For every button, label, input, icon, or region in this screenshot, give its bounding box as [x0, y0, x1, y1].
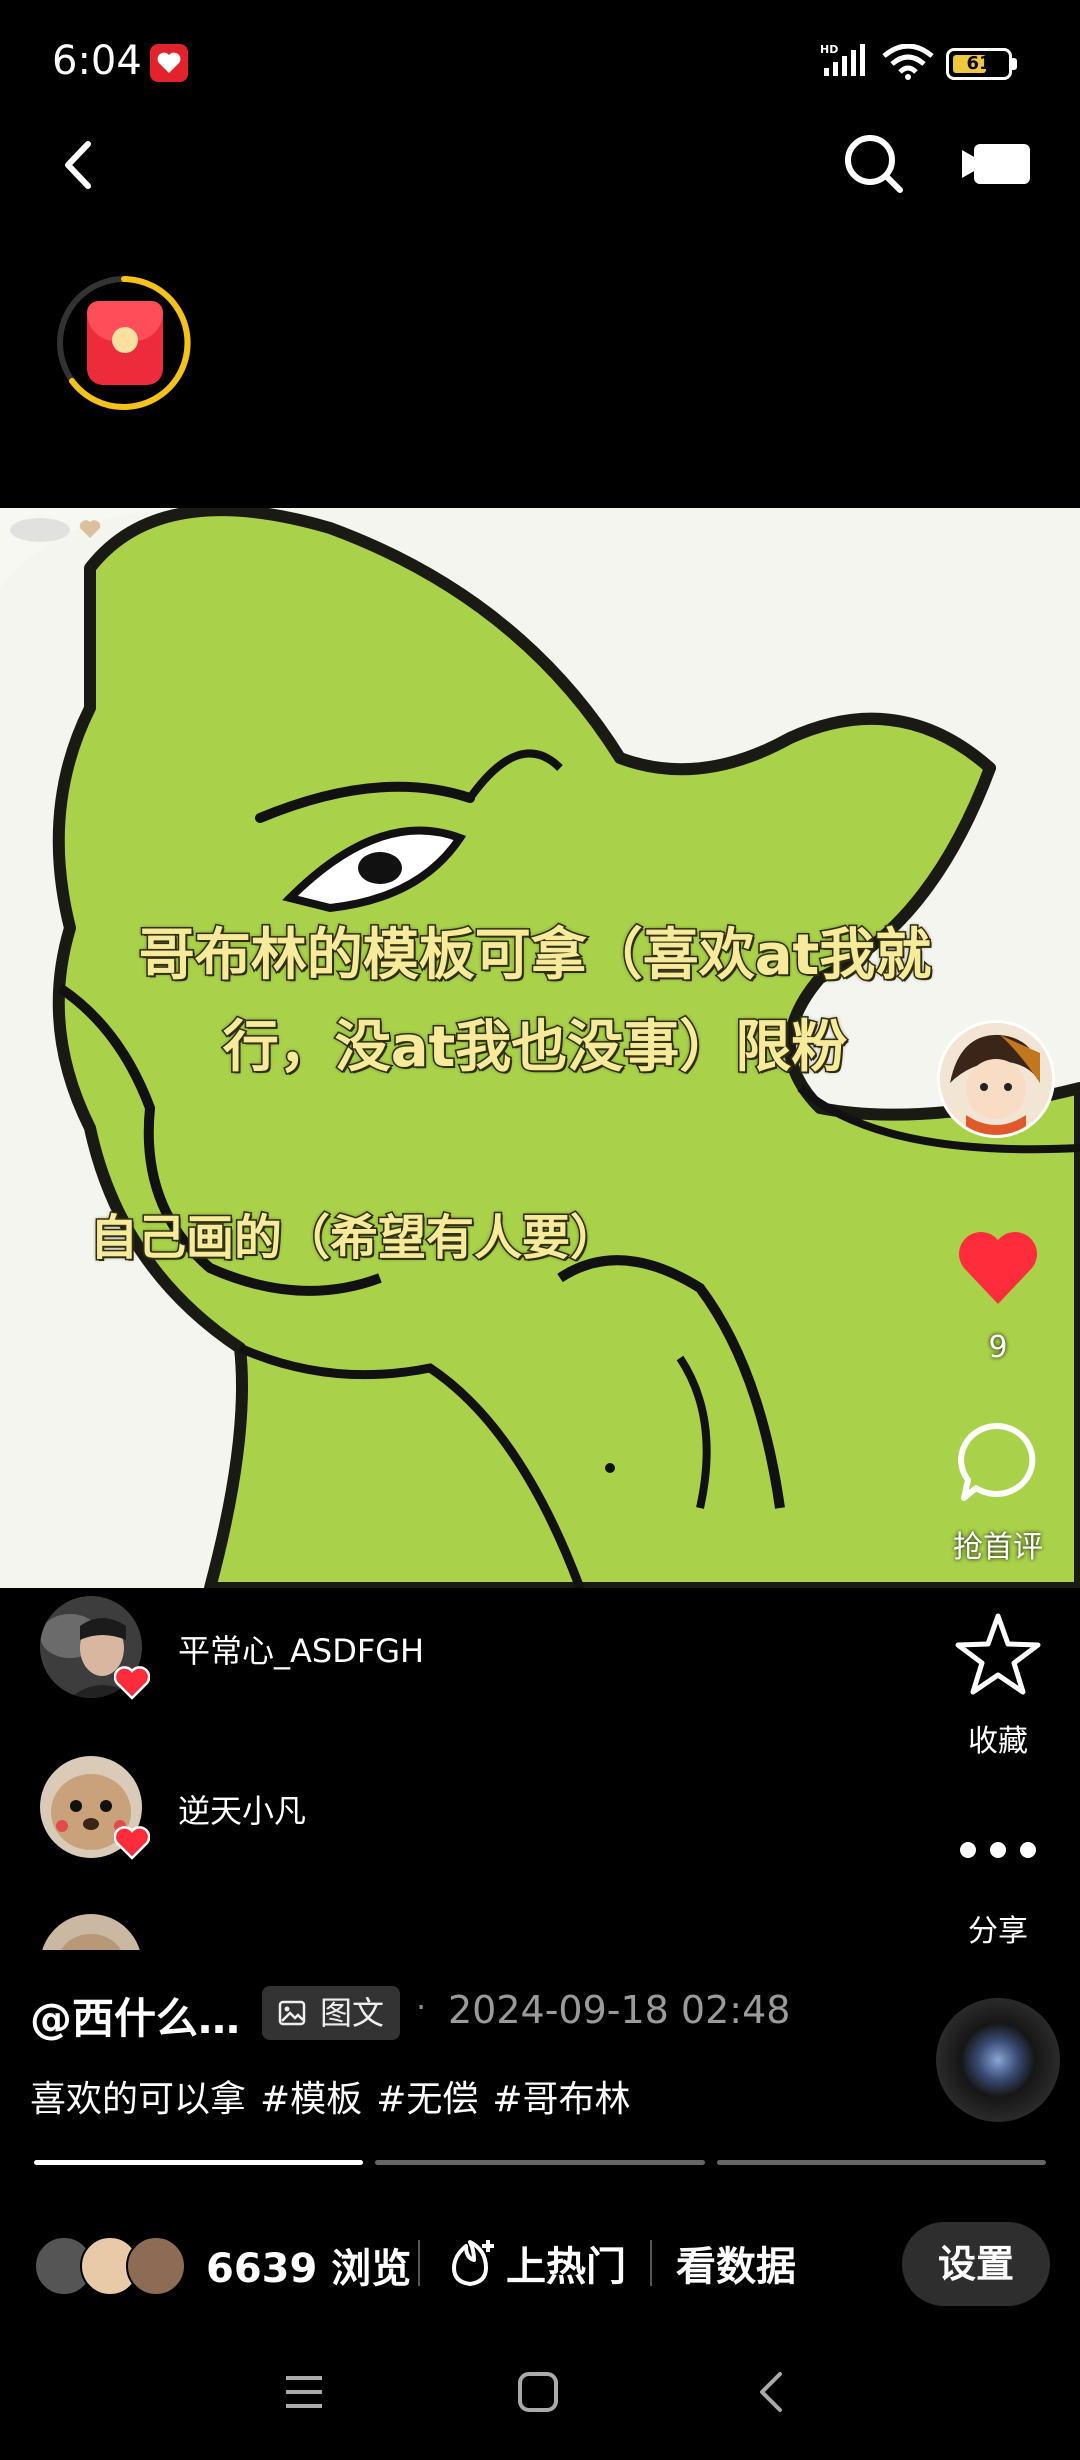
author-avatar[interactable]: [937, 1020, 1055, 1138]
like-count: 9: [988, 1330, 1008, 1365]
liker-row[interactable]: 平常心_ASDFGH: [40, 1596, 760, 1706]
viewer-avatar: [126, 2236, 186, 2296]
battery-icon: 61: [946, 48, 1012, 80]
like-button[interactable]: [956, 1228, 1040, 1308]
signal-icon: HD: [820, 43, 865, 76]
post-description: 喜欢的可以拿 #模板 #无偿 #哥布林: [30, 2070, 631, 2122]
comment-label[interactable]: 抢首评: [935, 1522, 1061, 1566]
divider: [418, 2240, 420, 2286]
promote-label: 上热门: [506, 2244, 626, 2290]
divider: [650, 2240, 652, 2286]
system-back-button[interactable]: [756, 2370, 786, 2414]
view-data-button[interactable]: 看数据: [676, 2234, 796, 2292]
back-button[interactable]: [48, 130, 108, 200]
share-button[interactable]: [950, 1820, 1046, 1880]
view-count[interactable]: 6639 浏览: [206, 2236, 411, 2294]
liker-heart-icon: [114, 1666, 150, 1700]
battery-percent: 61: [966, 53, 992, 74]
music-disc-icon[interactable]: [936, 1998, 1060, 2122]
comment-button[interactable]: [956, 1420, 1040, 1504]
caption-sub: 自己画的（希望有人要）: [88, 1209, 619, 1268]
wifi-icon: [882, 44, 934, 80]
share-label[interactable]: 分享: [935, 1906, 1061, 1950]
post-type-label: 图文: [320, 1994, 385, 2032]
app-notification-icon: [150, 44, 188, 82]
liker-name[interactable]: 平常心_ASDFGH: [178, 1626, 424, 1672]
hashtag-link[interactable]: #无偿: [376, 2079, 478, 2120]
watermark-icon: [10, 518, 101, 542]
liker-heart-icon: [114, 1826, 150, 1860]
battery-cap: [1012, 58, 1017, 70]
home-button[interactable]: [516, 2370, 560, 2414]
caption-main: 哥布林的模板可拿（喜欢at我就 行，没at我也没事）限粉: [70, 910, 1000, 1094]
caption-line-2: 行，没at我也没事）限粉: [221, 1014, 849, 1082]
liker-row[interactable]: 逆天小凡: [40, 1756, 760, 1866]
viewer-avatars[interactable]: [34, 2236, 186, 2296]
favorite-label[interactable]: 收藏: [935, 1716, 1061, 1760]
separator-dot: ·: [416, 1988, 427, 2026]
post-date: 2024-09-18 02:48: [448, 1988, 791, 2032]
caption-line-1: 哥布林的模板可拿（喜欢at我就: [137, 922, 933, 990]
liker-row[interactable]: [40, 1914, 760, 1950]
favorite-button[interactable]: [950, 1608, 1046, 1704]
recent-apps-button[interactable]: [282, 2372, 326, 2412]
live-camera-button[interactable]: [960, 138, 1032, 190]
image-icon: [278, 2000, 306, 2026]
liker-name[interactable]: 逆天小凡: [178, 1786, 306, 1832]
page-indicator-bar: [716, 2160, 1046, 2165]
svg-text:HD: HD: [820, 43, 838, 56]
post-type-badge: 图文: [262, 1986, 401, 2040]
liker-avatar[interactable]: [40, 1914, 142, 1950]
description-text: 喜欢的可以拿: [30, 2079, 247, 2120]
flame-plus-icon: [452, 2240, 494, 2286]
red-packet-icon: [87, 301, 163, 385]
post-author-name[interactable]: @西什么…: [30, 1985, 240, 2046]
settings-button[interactable]: 设置: [902, 2222, 1050, 2306]
status-time: 6:04: [52, 38, 142, 84]
hashtag-link[interactable]: #哥布林: [492, 2079, 630, 2120]
red-packet-button[interactable]: [54, 273, 194, 413]
page-indicator-bar: [375, 2160, 705, 2165]
post-image[interactable]: 哥布林的模板可拿（喜欢at我就 行，没at我也没事）限粉 自己画的（希望有人要）: [0, 508, 1080, 1588]
status-bar: 6:04 HD 61: [0, 0, 1080, 130]
hashtag-link[interactable]: #模板: [260, 2079, 362, 2120]
search-button[interactable]: [840, 130, 906, 196]
page-indicator-bar: [34, 2160, 364, 2165]
